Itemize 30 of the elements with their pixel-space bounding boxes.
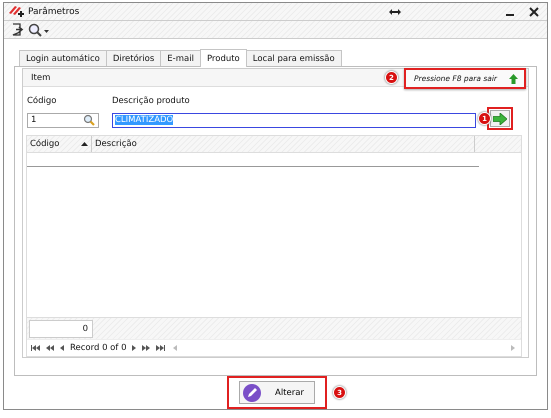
- summary-cell: 0: [29, 320, 93, 338]
- search-icon[interactable]: [28, 22, 50, 37]
- close-icon[interactable]: [529, 6, 539, 17]
- code-field[interactable]: 1: [27, 112, 99, 128]
- arrow-up-icon: [509, 74, 518, 84]
- window-title: Parâmetros: [28, 6, 80, 17]
- sort-icon: [81, 142, 88, 146]
- tab[interactable]: Local para emissão: [246, 50, 342, 66]
- group-title: Item: [31, 72, 50, 82]
- previous-icon[interactable]: [60, 345, 64, 351]
- column-header[interactable]: Descrição: [92, 136, 475, 152]
- next-icon[interactable]: [132, 345, 136, 351]
- alter-button[interactable]: Alterar: [239, 381, 315, 404]
- resize-icon[interactable]: [389, 8, 401, 16]
- field-label: Descrição produto: [112, 96, 190, 106]
- record-counter: Record 0 of 0: [70, 343, 126, 353]
- search-icon: [83, 114, 95, 126]
- first-icon[interactable]: [31, 345, 40, 351]
- previous-page-icon[interactable]: [46, 345, 54, 351]
- tab[interactable]: Produto: [200, 49, 247, 67]
- tab[interactable]: Login automático: [19, 50, 107, 66]
- field-label: Código: [27, 96, 58, 106]
- arrow-right-icon: [493, 112, 507, 124]
- column-header[interactable]: Código: [27, 136, 92, 152]
- tab[interactable]: E-mail: [160, 50, 201, 66]
- pencil-icon: [243, 384, 261, 402]
- next-page-icon[interactable]: [142, 345, 150, 351]
- tab[interactable]: Diretórios: [106, 50, 162, 66]
- logo-icon: [8, 4, 24, 19]
- last-icon[interactable]: [156, 345, 166, 351]
